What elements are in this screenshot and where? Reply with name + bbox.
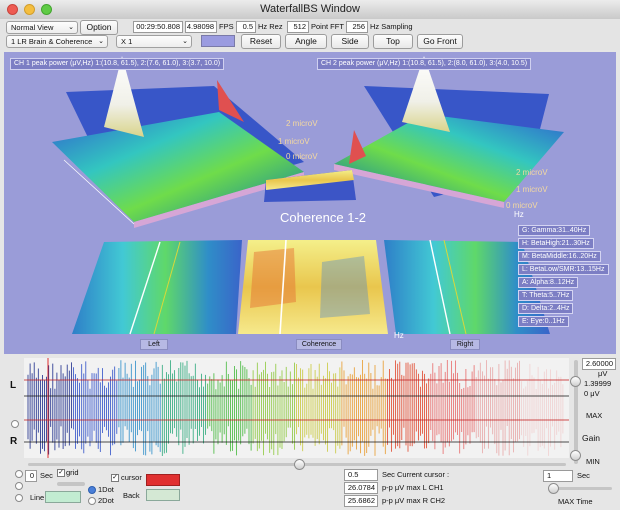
band-legend-delta: D: Delta:2..4Hz — [518, 303, 574, 314]
left-flat-panel — [72, 240, 242, 334]
ch1-axis-2uv: 2 microV — [286, 119, 318, 128]
ch1-axis-1uv: 1 microV — [278, 137, 310, 146]
r-max-label: p-p μV max R CH2 — [382, 496, 446, 505]
top-button[interactable]: Top — [373, 34, 413, 49]
ch1-peak-header: CH 1 peak power (μV,Hz) 1:(10.8, 61.5), … — [10, 58, 225, 70]
sec-field[interactable]: 0 — [25, 470, 37, 482]
fft-label: Point FFT — [311, 22, 344, 31]
l-max-label: p-p μV max L CH1 — [382, 483, 444, 492]
coherence-hot-region — [250, 248, 296, 308]
grid-checkbox[interactable]: ✓ — [57, 469, 65, 477]
fps-field: 4.98098 — [185, 21, 217, 33]
side-radio-3[interactable] — [15, 494, 23, 502]
time-field: 00:29:50.808 — [133, 21, 183, 33]
view-mode-value: Normal View — [11, 23, 54, 32]
ch2-peak-header: CH 2 peak power (μV,Hz) 1:(10.8, 61.5), … — [317, 58, 532, 70]
title-bar: WaterfallBS Window — [0, 0, 620, 20]
angle-button[interactable]: Angle — [285, 34, 327, 49]
coherence-panel-label: Coherence — [296, 339, 342, 350]
fft-field[interactable]: 512 — [287, 21, 309, 33]
band-legend-betahigh: H: BetaHigh:21..30Hz — [518, 238, 594, 249]
coherence-hz-label: Hz — [394, 331, 404, 340]
side-radio-1[interactable] — [15, 470, 23, 478]
line-label: Line — [30, 493, 45, 502]
toolbar: Normal View ⌄ Option 00:29:50.808 4.9809… — [0, 19, 620, 50]
view-mode-select[interactable]: Normal View ⌄ — [6, 21, 78, 34]
coherence-cool-region — [320, 256, 370, 318]
line-color-swatch[interactable] — [45, 491, 81, 503]
option-button[interactable]: Option — [80, 20, 118, 35]
trace-mode-radio[interactable] — [11, 420, 19, 428]
gain-min-label: MIN — [586, 457, 600, 466]
side-radio-2[interactable] — [15, 482, 23, 490]
chevron-down-icon: ⌄ — [182, 38, 188, 45]
cursor-sec-label: Sec Current cursor : — [382, 470, 450, 479]
fps-label: FPS — [219, 22, 234, 31]
chevron-down-icon: ⌄ — [98, 38, 104, 45]
side-button[interactable]: Side — [331, 34, 369, 49]
cursor-label: cursor — [121, 473, 142, 482]
grid-label: grid — [66, 468, 79, 477]
dot1-label: 1Dot — [98, 485, 114, 494]
r-max-field: 25.6862 — [344, 495, 378, 507]
max-time-sec-label: Sec — [577, 471, 590, 480]
band-legend-eye: E: Eye:0..1Hz — [518, 316, 569, 327]
left-panel-label: Left — [140, 339, 168, 350]
sec-label: Sec — [40, 471, 53, 480]
reset-button[interactable]: Reset — [241, 34, 281, 49]
left-channel-label: L — [10, 380, 17, 391]
zoom-value: X 1 — [121, 37, 133, 46]
waterfall-3d-view[interactable]: CH 1 peak power (μV,Hz) 1:(10.8, 61.5), … — [4, 52, 616, 354]
sampling-field[interactable]: 256 — [346, 21, 368, 33]
eeg-trace-canvas — [24, 358, 569, 458]
ch2-hz-label: Hz — [514, 210, 524, 219]
band-legend-betalow: L: BetaLow/SMR:13..15Hz — [518, 264, 609, 275]
coherence-title: Coherence 1-2 — [280, 210, 366, 225]
band-legend-alpha: A: Alpha:8..12Hz — [518, 277, 579, 288]
eeg-trace-panel[interactable] — [24, 358, 569, 458]
montage-value: 1 LR Brain & Coherence — [11, 37, 93, 46]
window-title: WaterfallBS Window — [260, 3, 360, 15]
rez-field[interactable]: 0.5 — [236, 21, 256, 33]
gain-max-label: MAX — [586, 411, 603, 420]
max-time-field[interactable]: 1 — [543, 470, 573, 482]
grid-slider[interactable] — [57, 482, 85, 486]
dot2-radio[interactable] — [88, 497, 96, 505]
right-channel-label: R — [10, 436, 18, 447]
l-max-field: 26.0784 — [344, 482, 378, 494]
cursor-color-swatch[interactable] — [146, 474, 180, 486]
gain-slider-knob[interactable] — [570, 450, 581, 461]
rez-label: Hz Rez — [258, 22, 283, 31]
zero-uv-label: 0 μV — [584, 389, 600, 398]
ch1-axis-0uv: 0 microV — [286, 152, 318, 161]
montage-select[interactable]: 1 LR Brain & Coherence ⌄ — [6, 35, 108, 48]
offset-slider-knob[interactable] — [570, 376, 581, 387]
cursor-sec-field[interactable]: 0.5 — [344, 469, 378, 481]
gain-label: Gain — [582, 433, 600, 443]
right-panel-label: Right — [450, 339, 480, 350]
zoom-select[interactable]: X 1 ⌄ — [116, 35, 192, 48]
time-scrubber-knob[interactable] — [294, 459, 305, 470]
band-legend-gamma: G: Gamma:31..40Hz — [518, 225, 591, 236]
ch2-axis-1uv: 1 microV — [516, 185, 548, 194]
back-color-swatch[interactable] — [146, 489, 180, 501]
ch2-axis-2uv: 2 microV — [516, 168, 548, 177]
color-swatch-button[interactable] — [201, 35, 235, 47]
dot1-radio[interactable] — [88, 486, 96, 494]
back-label: Back — [123, 491, 140, 500]
dot2-label: 2Dot — [98, 496, 114, 505]
go-front-button[interactable]: Go Front — [417, 34, 463, 49]
chevron-down-icon: ⌄ — [68, 24, 74, 31]
max-time-slider-knob[interactable] — [548, 483, 559, 494]
cursor-checkbox[interactable]: ✓ — [111, 474, 119, 482]
band-legend-theta: T: Theta:5..7Hz — [518, 290, 574, 301]
max-time-label: MAX Time — [558, 497, 593, 506]
band-legend-betamiddle: M: BetaMiddle:16..20Hz — [518, 251, 601, 262]
sampling-label: Hz Sampling — [370, 22, 413, 31]
